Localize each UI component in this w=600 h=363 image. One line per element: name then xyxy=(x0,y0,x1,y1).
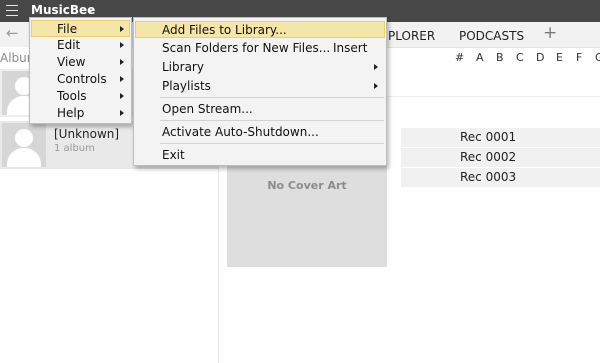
submenu-arrow-icon xyxy=(120,59,124,65)
menu-item-playlists[interactable]: Playlists xyxy=(135,78,385,95)
submenu-arrow-icon xyxy=(120,76,124,82)
menu-item-view[interactable]: View xyxy=(31,54,130,71)
menu-item-label: Scan Folders for New Files... xyxy=(162,41,331,55)
alphabet-letter[interactable]: D xyxy=(536,51,544,64)
menu-item-tools[interactable]: Tools xyxy=(31,88,130,105)
submenu-arrow-icon xyxy=(120,42,124,48)
menu-item-scan-folders[interactable]: Scan Folders for New Files... Insert xyxy=(135,40,385,57)
menu-item-label: Exit xyxy=(162,148,185,162)
menu-item-label: Help xyxy=(57,106,85,120)
add-tab-button[interactable]: + xyxy=(543,23,557,43)
alphabet-letter[interactable]: C xyxy=(516,51,524,64)
hamburger-menu-icon[interactable] xyxy=(6,5,18,16)
track-title: Rec 0003 xyxy=(460,170,517,184)
track-row[interactable]: Rec 0002 xyxy=(401,148,600,167)
chevron-down-icon[interactable]: ⌄ xyxy=(86,2,95,15)
alphabet-letter[interactable]: B xyxy=(496,51,504,64)
menu-item-add-files[interactable]: Add Files to Library... xyxy=(135,21,385,38)
main-menu: File Edit View Controls Tools Help xyxy=(29,17,132,124)
menu-item-edit[interactable]: Edit xyxy=(31,37,130,54)
menu-separator xyxy=(160,120,384,121)
menu-item-exit[interactable]: Exit xyxy=(135,147,385,164)
submenu-arrow-icon xyxy=(120,110,124,116)
menu-item-label: Activate Auto-Shutdown... xyxy=(162,125,319,139)
menu-separator xyxy=(160,97,384,98)
menu-item-label: Open Stream... xyxy=(162,102,253,116)
track-title: Rec 0002 xyxy=(460,150,517,164)
no-cover-art-label: No Cover Art xyxy=(267,179,347,192)
menu-item-label: File xyxy=(57,22,78,36)
artist-avatar-icon xyxy=(2,123,46,167)
artist-album-count: 1 album xyxy=(54,143,95,154)
menu-item-open-stream[interactable]: Open Stream... xyxy=(135,101,385,118)
menu-item-shortcut: Insert xyxy=(333,41,368,55)
menu-item-auto-shutdown[interactable]: Activate Auto-Shutdown... xyxy=(135,124,385,141)
menu-item-help[interactable]: Help xyxy=(31,105,130,122)
menu-item-controls[interactable]: Controls xyxy=(31,71,130,88)
menu-item-label: Controls xyxy=(57,72,107,86)
menu-item-label: Add Files to Library... xyxy=(162,23,287,37)
menu-separator xyxy=(160,143,384,144)
alphabet-letter[interactable]: # xyxy=(455,51,464,64)
submenu-arrow-icon xyxy=(120,26,124,32)
menu-item-label: Library xyxy=(162,60,204,74)
artist-name: [Unknown] xyxy=(54,127,120,141)
menu-item-label: Edit xyxy=(57,38,81,52)
submenu-arrow-icon xyxy=(120,93,124,99)
menu-item-label: View xyxy=(57,55,86,69)
alphabet-letter[interactable]: E xyxy=(556,51,563,64)
track-row[interactable]: Rec 0003 xyxy=(401,168,600,187)
menu-item-label: Tools xyxy=(57,89,87,103)
tab-podcasts[interactable]: PODCASTS xyxy=(459,29,524,43)
back-arrow-icon[interactable]: ← xyxy=(6,24,19,42)
file-submenu: Add Files to Library... Scan Folders for… xyxy=(133,17,387,166)
alphabet-letter[interactable]: G xyxy=(595,51,600,64)
track-row[interactable]: Rec 0001 xyxy=(401,128,600,147)
submenu-arrow-icon xyxy=(374,83,378,89)
menu-item-file[interactable]: File xyxy=(31,20,130,37)
submenu-arrow-icon xyxy=(374,64,378,70)
tab-music-explorer[interactable]: PLORER xyxy=(388,29,435,43)
alphabet-letter[interactable]: F xyxy=(576,51,582,64)
track-title: Rec 0001 xyxy=(460,130,517,144)
alphabet-letter[interactable]: A xyxy=(476,51,484,64)
menu-item-library[interactable]: Library xyxy=(135,59,385,76)
menu-item-label: Playlists xyxy=(162,79,211,93)
